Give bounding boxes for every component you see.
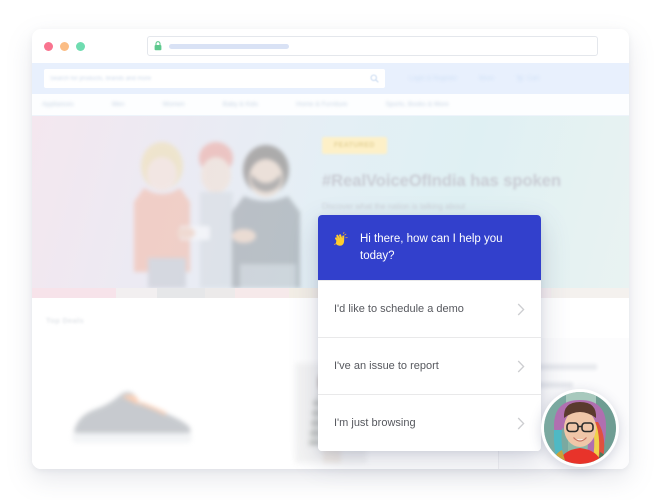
cart-button[interactable]: Cart <box>516 75 539 82</box>
chevron-right-icon <box>517 303 525 316</box>
login-register-link[interactable]: Login & Register <box>409 75 457 82</box>
hero-badge: FEATURED <box>322 137 387 154</box>
avatar-photo <box>544 392 616 464</box>
cart-icon <box>516 75 523 82</box>
search-icon[interactable] <box>370 74 379 83</box>
nav-item-women[interactable]: Women <box>162 101 184 108</box>
search-input[interactable]: Search for products, brands and more <box>44 69 385 88</box>
product-card-sneaker[interactable] <box>32 338 231 469</box>
hero-subtext: Discover what the nation is talking abou… <box>322 202 466 212</box>
chat-widget: Hi there, how can I help you today? I'd … <box>318 215 541 452</box>
strip-cell <box>288 288 319 298</box>
more-link[interactable]: More <box>479 75 494 82</box>
chat-option-label: I'm just browsing <box>334 417 416 430</box>
chat-option-label: I've an issue to report <box>334 360 439 373</box>
cart-label: Cart <box>526 75 540 82</box>
sneaker-image <box>71 391 192 443</box>
strip-cell <box>205 288 235 298</box>
nav-item-baby-kids[interactable]: Baby & Kids <box>223 101 258 108</box>
strip-cell <box>157 288 206 298</box>
browser-titlebar <box>32 29 629 63</box>
maximize-button[interactable] <box>76 41 85 51</box>
strip-cell <box>32 288 116 298</box>
chevron-right-icon <box>517 417 525 430</box>
address-bar[interactable] <box>147 36 598 56</box>
traffic-lights <box>44 41 85 51</box>
strip-cell <box>234 288 289 298</box>
chevron-right-icon <box>517 360 525 373</box>
url-text <box>169 43 289 49</box>
strip-cell <box>551 288 629 298</box>
chat-greeting: Hi there, how can I help you today? <box>360 233 503 262</box>
site-category-nav: Appliances Men Women Baby & Kids Home & … <box>32 94 629 116</box>
chat-option-schedule-demo[interactable]: I'd like to schedule a demo <box>318 280 541 338</box>
hero-copy: FEATURED #RealVoiceOfIndia has spoken Di… <box>322 134 612 214</box>
nav-item-appliances[interactable]: Appliances <box>42 101 74 108</box>
hero-illustration <box>134 142 300 288</box>
chat-option-label: I'd like to schedule a demo <box>334 303 464 316</box>
minimize-button[interactable] <box>60 41 69 51</box>
agent-avatar[interactable] <box>541 389 619 467</box>
hero-headline: #RealVoiceOfIndia has spoken <box>322 172 562 190</box>
nav-item-men[interactable]: Men <box>112 101 125 108</box>
nav-item-home-furniture[interactable]: Home & Furniture <box>296 101 347 108</box>
search-placeholder: Search for products, brands and more <box>50 75 152 82</box>
site-header: Search for products, brands and more Log… <box>32 63 629 94</box>
chat-header: Hi there, how can I help you today? <box>318 215 541 281</box>
close-button[interactable] <box>44 41 53 51</box>
chat-option-report-issue[interactable]: I've an issue to report <box>318 337 541 395</box>
strip-cell <box>115 288 158 298</box>
waving-hand-icon <box>332 231 349 249</box>
chat-option-just-browsing[interactable]: I'm just browsing <box>318 394 541 452</box>
site-header-actions: Login & Register More Cart <box>409 75 539 82</box>
lock-icon <box>154 41 162 51</box>
nav-item-sports-books[interactable]: Sports, Books & More <box>385 101 448 108</box>
